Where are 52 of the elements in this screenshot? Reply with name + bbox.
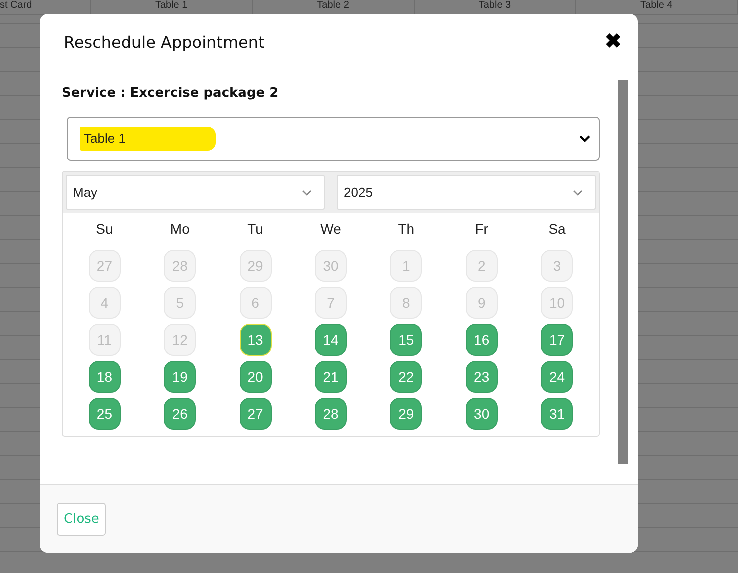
day-button[interactable]: 15	[390, 324, 422, 356]
chevron-icon	[579, 135, 591, 143]
day-button[interactable]: 30	[314, 250, 347, 282]
close-button[interactable]: Close	[57, 502, 106, 536]
day-button[interactable]: 1	[390, 250, 422, 282]
dialog-title: Reschedule Appointment	[64, 32, 265, 52]
day-button[interactable]: 24	[541, 361, 574, 393]
weekday-label: Su	[95, 221, 114, 237]
day-button[interactable]: 22	[390, 361, 422, 393]
day-button[interactable]: 31	[541, 398, 574, 430]
scrollbar[interactable]	[618, 80, 628, 464]
day-button[interactable]: 16	[466, 324, 498, 356]
day-button[interactable]: 21	[314, 361, 347, 393]
day-button[interactable]: 8	[390, 287, 422, 319]
day-button[interactable]: 28	[164, 250, 196, 282]
day-button[interactable]: 14	[314, 324, 347, 356]
day-button[interactable]: 27	[88, 250, 121, 282]
day-button[interactable]: 18	[88, 361, 121, 393]
chevron-icon	[573, 190, 583, 196]
day-button[interactable]: 23	[466, 361, 498, 393]
day-button[interactable]: 20	[240, 361, 272, 393]
day-button[interactable]: 19	[164, 361, 196, 393]
weekday-label: Th	[397, 221, 416, 237]
weekday-label: We	[320, 221, 342, 237]
day-button[interactable]: 4	[88, 287, 121, 319]
weekday-label: Tu	[246, 221, 264, 237]
weekday-label: Sa	[548, 221, 567, 237]
day-button[interactable]: 27	[240, 398, 272, 430]
day-button[interactable]: 29	[390, 398, 422, 430]
day-button[interactable]: 26	[164, 398, 196, 430]
weekday-label: Fr	[474, 221, 490, 237]
weekday-label: Mo	[169, 221, 191, 237]
year-select[interactable]: 2025	[337, 175, 596, 210]
service-label: Service : Excercise package 2	[62, 86, 280, 101]
day-button[interactable]: 30	[466, 398, 498, 430]
day-button[interactable]: 11	[88, 324, 121, 356]
day-button[interactable]: 13	[240, 324, 272, 356]
table-select[interactable]: Table 1	[67, 117, 600, 161]
day-button[interactable]: 6	[240, 287, 272, 319]
day-button[interactable]: 7	[314, 287, 347, 319]
chevron-icon	[302, 190, 312, 196]
day-button[interactable]: 9	[466, 287, 498, 319]
day-button[interactable]: 28	[314, 398, 347, 430]
day-button[interactable]: 2	[466, 250, 498, 282]
month-select[interactable]: May	[66, 175, 325, 210]
day-button[interactable]: 29	[240, 250, 272, 282]
day-button[interactable]: 17	[541, 324, 574, 356]
day-button[interactable]: 10	[541, 287, 574, 319]
day-button[interactable]: 3	[541, 250, 574, 282]
day-button[interactable]: 5	[164, 287, 196, 319]
day-button[interactable]: 25	[88, 398, 121, 430]
day-button[interactable]: 12	[164, 324, 196, 356]
